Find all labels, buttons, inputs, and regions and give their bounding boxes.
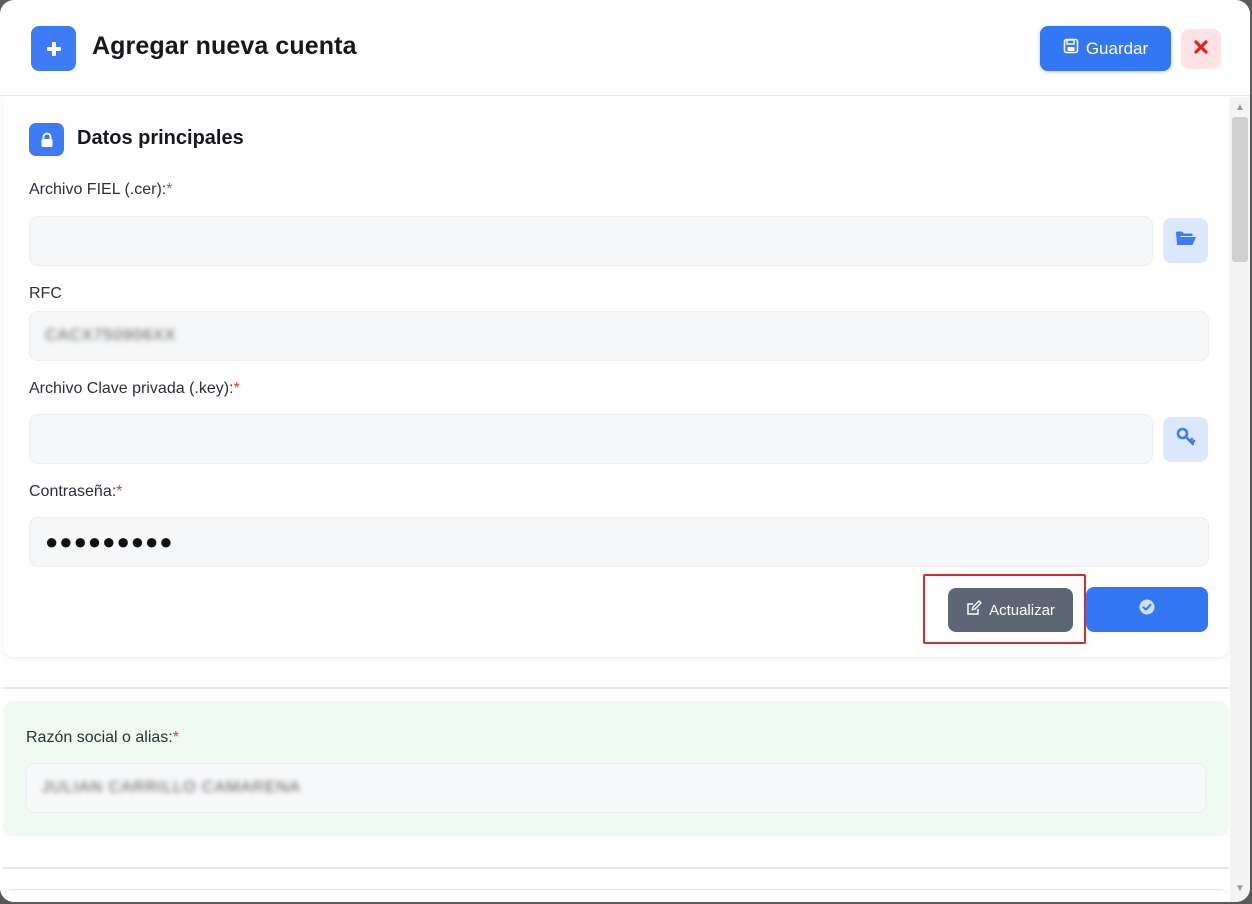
required-mark: * [233, 380, 240, 397]
alias-label: Razón social o alias:* [26, 729, 179, 747]
key-icon [1176, 427, 1196, 452]
check-circle-icon [1139, 599, 1155, 620]
alias-field[interactable]: JULIAN CARRILLO CAMARENA [26, 763, 1206, 813]
plus-icon [31, 26, 76, 71]
key-label: Archivo Clave privada (.key):* [29, 380, 240, 398]
required-mark: * [116, 483, 123, 500]
required-mark: * [166, 181, 173, 198]
password-label-text: Contraseña: [29, 483, 117, 500]
section-divider [3, 687, 1229, 689]
scrollbar[interactable]: ▲ ▼ [1230, 97, 1250, 902]
required-mark: * [172, 729, 179, 746]
scrollbar-thumb[interactable] [1232, 117, 1248, 262]
scroll-up-arrow-icon[interactable]: ▲ [1234, 102, 1246, 114]
modal-body: Datos principales Archivo FIEL (.cer):* … [0, 97, 1230, 902]
save-button-label: Guardar [1085, 38, 1149, 58]
password-value: ●●●●●●●●● [45, 529, 174, 554]
key-label-text: Archivo Clave privada (.key): [29, 380, 234, 397]
save-button[interactable]: Guardar [1040, 26, 1171, 71]
browse-cer-button[interactable] [1163, 218, 1208, 263]
fiel-label-text: Archivo FIEL (.cer): [29, 181, 167, 198]
password-label: Contraseña:* [29, 483, 122, 501]
key-file-field[interactable] [29, 414, 1153, 464]
floppy-disk-icon [1063, 38, 1079, 59]
browse-key-button[interactable] [1163, 417, 1208, 462]
modal-header: Agregar nueva cuenta Guardar [0, 0, 1250, 96]
confirm-button[interactable] [1086, 587, 1208, 632]
lock-icon [29, 123, 64, 156]
section-title: Datos principales [77, 127, 244, 149]
alias-label-text: Razón social o alias: [26, 729, 173, 746]
close-button[interactable] [1181, 29, 1221, 69]
section-divider [3, 867, 1229, 869]
password-field[interactable]: ●●●●●●●●● [29, 517, 1209, 567]
folder-open-icon [1175, 230, 1197, 251]
fiel-file-field[interactable] [29, 216, 1153, 266]
highlight-box [923, 574, 1086, 644]
next-section [3, 889, 1229, 902]
rfc-value: CACX750906XX [45, 327, 177, 344]
fiel-label: Archivo FIEL (.cer):* [29, 181, 172, 199]
alias-section: Razón social o alias:* JULIAN CARRILLO C… [3, 701, 1229, 836]
add-account-modal: Agregar nueva cuenta Guardar Datos princ… [0, 0, 1250, 902]
rfc-field[interactable]: CACX750906XX [29, 311, 1209, 361]
scroll-down-arrow-icon[interactable]: ▼ [1234, 883, 1246, 895]
close-icon [1194, 39, 1208, 59]
main-data-section: Datos principales Archivo FIEL (.cer):* … [3, 97, 1229, 657]
rfc-label: RFC [29, 285, 62, 302]
modal-title: Agregar nueva cuenta [92, 32, 357, 60]
alias-value: JULIAN CARRILLO CAMARENA [42, 779, 301, 796]
